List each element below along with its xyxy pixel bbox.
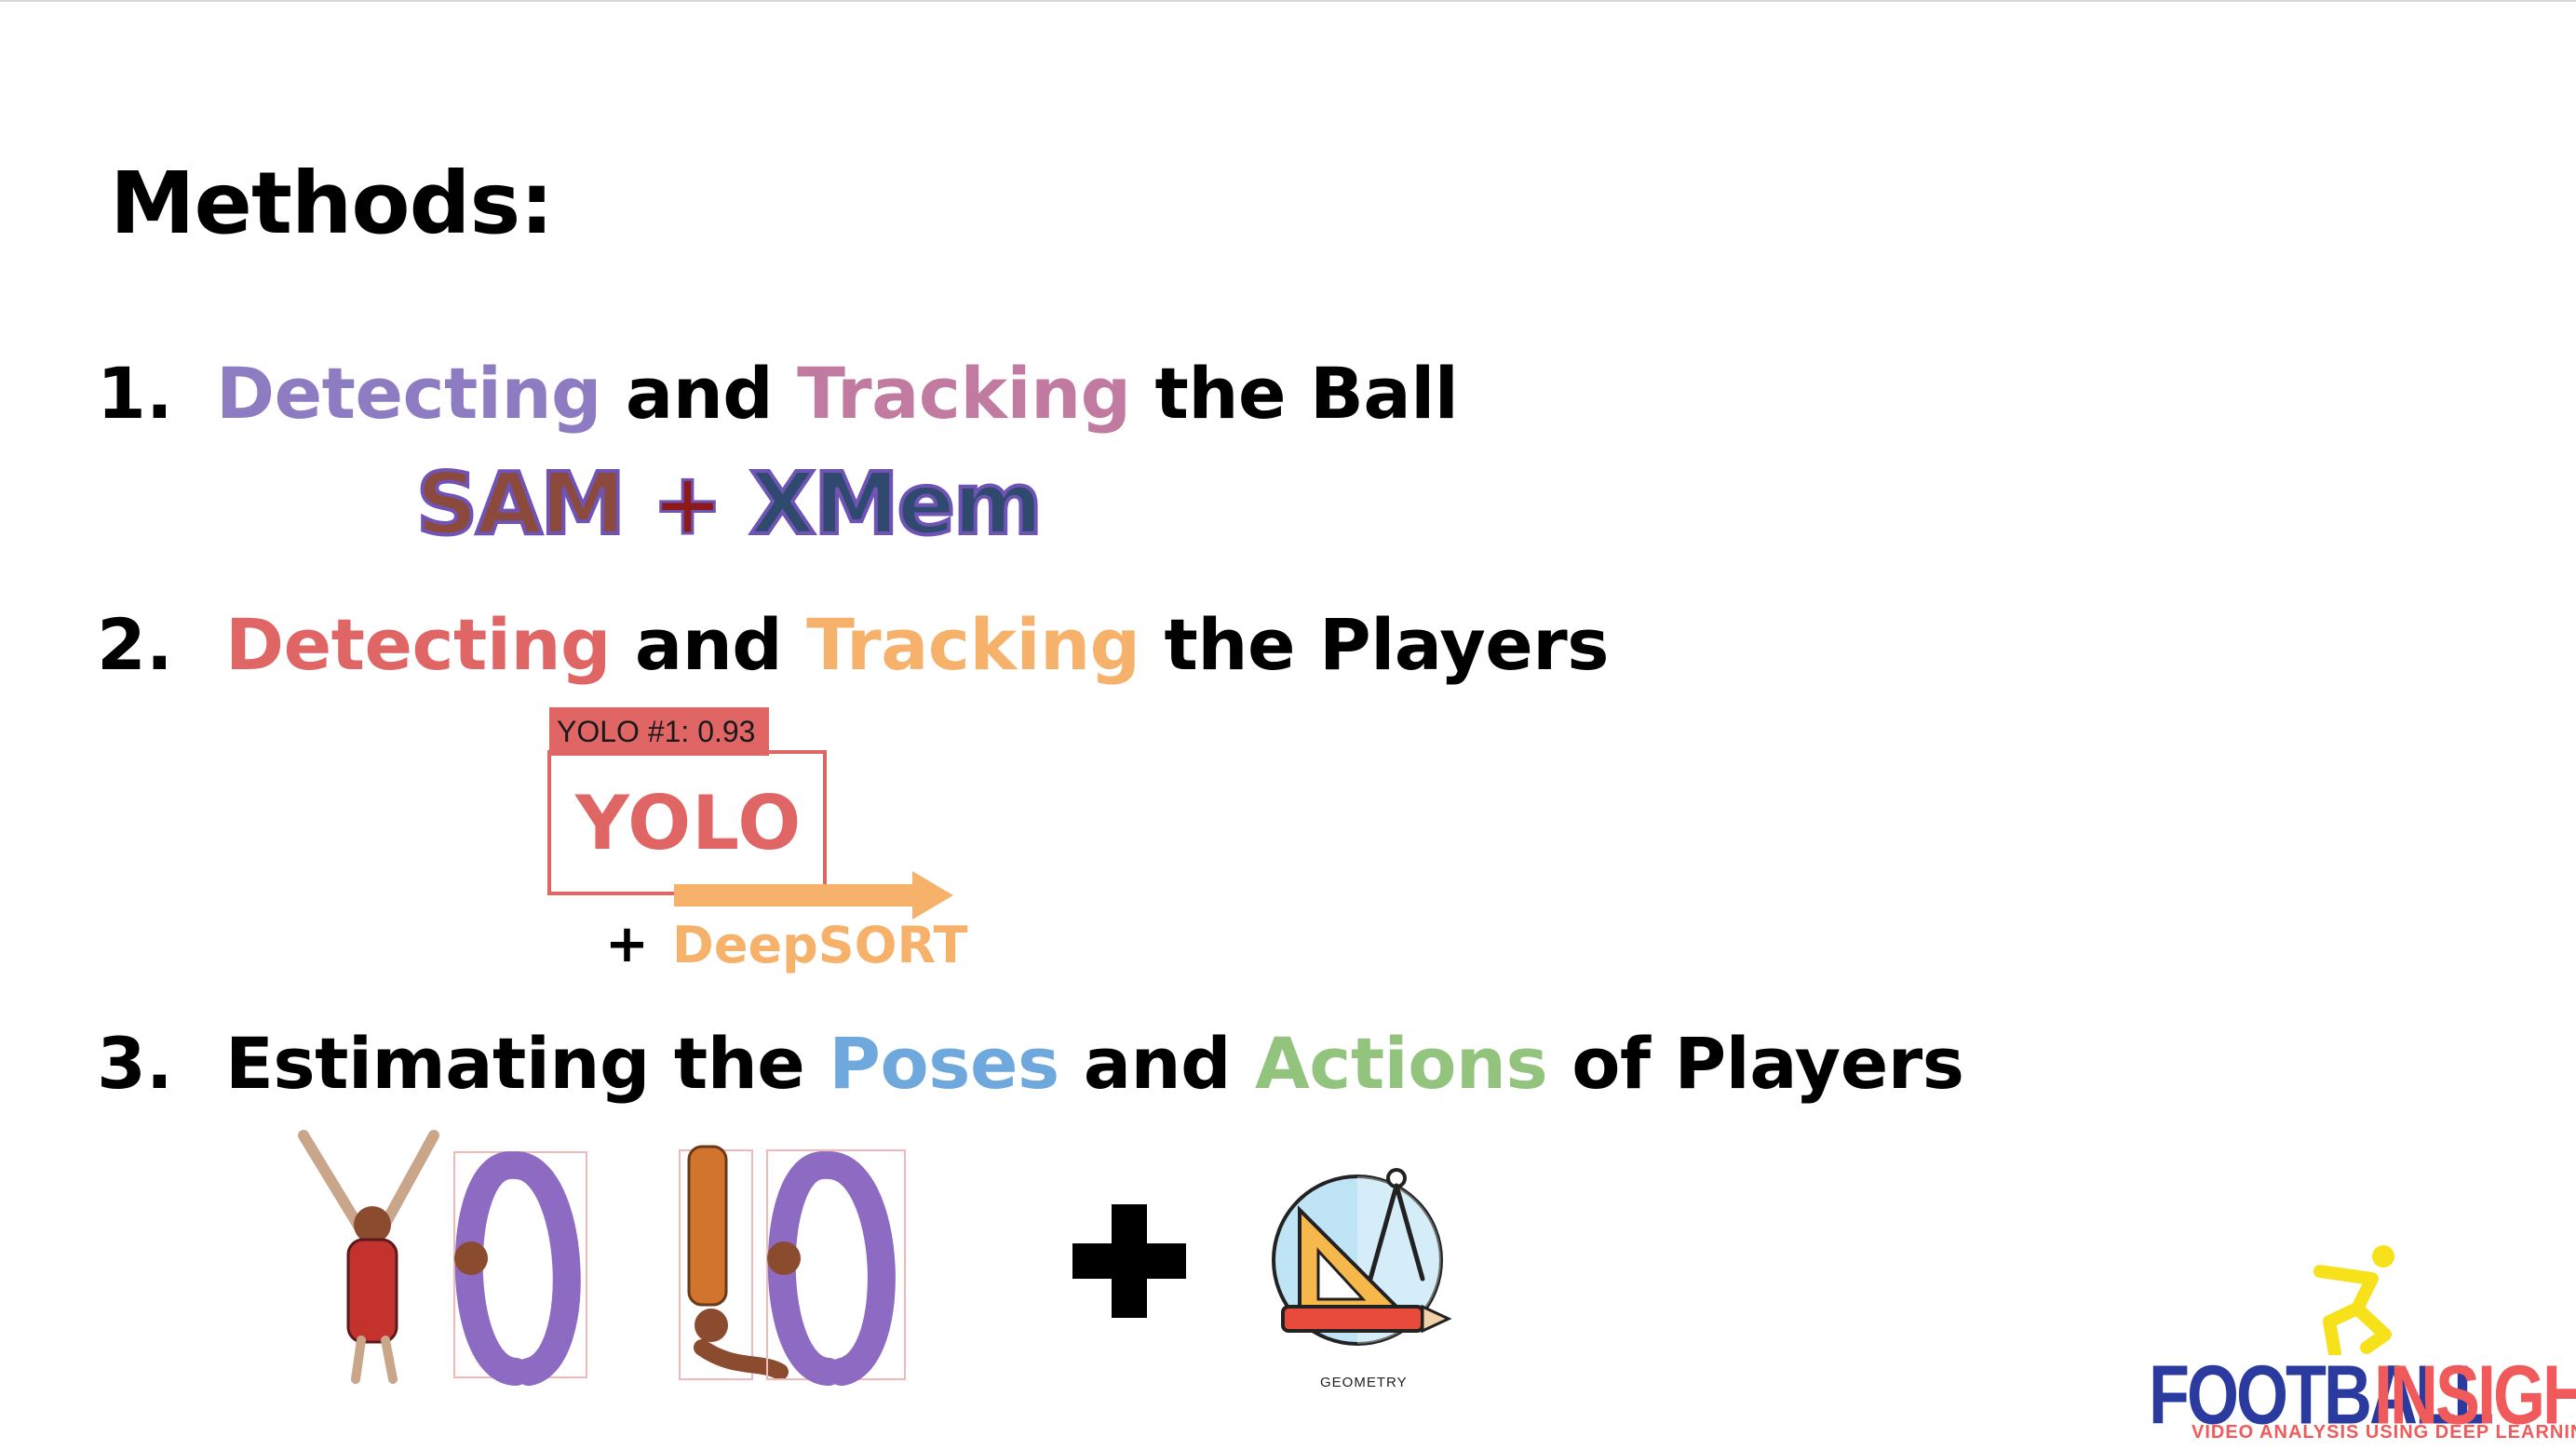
- item-2-part: and: [610, 603, 807, 686]
- item-2-part: Tracking: [806, 603, 1140, 686]
- plus-icon: +: [605, 914, 649, 974]
- yolo-pose-letters-image: [298, 1130, 906, 1386]
- pose-figure-o2: [766, 1149, 906, 1386]
- yolo-label: YOLO: [575, 780, 802, 866]
- item-1-number: 1.: [97, 352, 173, 435]
- item-3-part: Actions: [1254, 1022, 1548, 1105]
- item-3-part: and: [1059, 1022, 1255, 1105]
- slide-title: Methods:: [110, 154, 554, 253]
- tracking-arrow-icon: [674, 871, 953, 920]
- item-2-number: 2.: [97, 603, 173, 686]
- top-divider: [0, 0, 2576, 2]
- sam-plus: +: [651, 453, 725, 556]
- item-1-part: Tracking: [797, 352, 1131, 435]
- football-player-logo-icon: [2313, 1245, 2394, 1355]
- yolo-detection-label: YOLO #1: 0.93: [549, 707, 769, 756]
- item-3-part: Poses: [829, 1022, 1059, 1105]
- pose-figure-o1: [453, 1151, 587, 1386]
- xmem-label: XMem: [748, 452, 1045, 556]
- pose-figure-l: [679, 1145, 789, 1380]
- item-3-number: 3.: [97, 1022, 173, 1105]
- item-1-part: Detecting: [216, 352, 601, 435]
- plus-icon: [1072, 1204, 1186, 1318]
- item-2-part: the Players: [1140, 603, 1610, 686]
- item-3-part: Estimating the: [225, 1022, 829, 1105]
- item-2-part: Detecting: [225, 603, 611, 686]
- item-1-part: and: [600, 352, 798, 435]
- item-3-heading: Estimating the Poses and Actions of Play…: [225, 1022, 1964, 1105]
- sam-xmem-method: SAM + XMem: [414, 452, 1045, 556]
- geometry-icon: [1272, 1168, 1452, 1346]
- geometry-label: GEOMETRY: [1320, 1375, 1408, 1390]
- item-1-heading: Detecting and Tracking the Ball: [216, 352, 1459, 435]
- deepsort-label: DeepSORT: [672, 916, 968, 974]
- item-1-part: the Ball: [1130, 352, 1459, 435]
- item-2-heading: Detecting and Tracking the Players: [225, 603, 1610, 686]
- sam-label: SAM: [414, 452, 627, 556]
- pose-figure-y: [298, 1130, 439, 1384]
- item-3-part: of Players: [1547, 1022, 1964, 1105]
- logo-tagline: VIDEO ANALYSIS USING DEEP LEARNING: [2192, 1422, 2576, 1443]
